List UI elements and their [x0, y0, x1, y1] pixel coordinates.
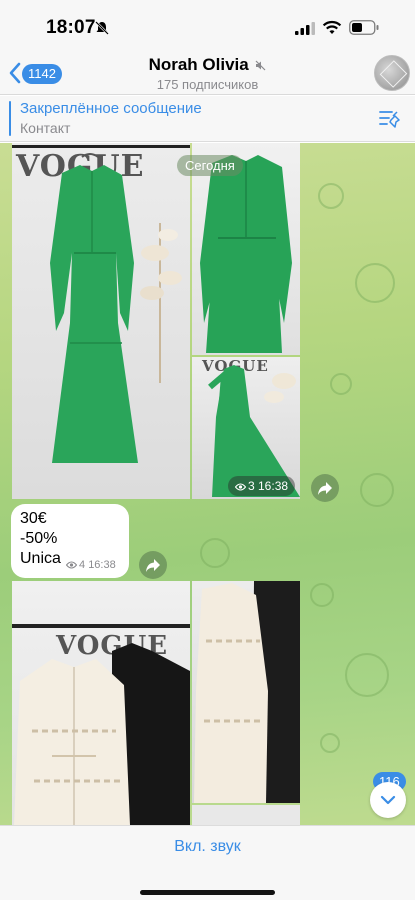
dress-photo-green-1[interactable]: VOGUE: [12, 143, 190, 499]
chat-header: 1142 Norah Olivia 175 подписчиков: [0, 52, 415, 95]
message-list[interactable]: VOGUE VOGUE: [0, 143, 415, 825]
pinned-title: Закреплённое сообщение: [20, 100, 202, 117]
price-message-bubble[interactable]: 30€ -50% Unica 4 16:38: [11, 504, 129, 578]
status-bar: 18:07: [0, 0, 415, 52]
dress-photo-cream-black[interactable]: VOGUE: [12, 581, 190, 825]
share-button[interactable]: [139, 551, 167, 579]
date-separator: Сегодня: [177, 155, 243, 176]
cellular-signal-icon: [295, 22, 315, 35]
share-arrow-icon: [318, 482, 332, 495]
channel-title-area[interactable]: Norah Olivia 175 подписчиков: [95, 55, 320, 92]
message-meta: 4 16:38: [66, 559, 116, 571]
album-views-time: 3 16:38: [248, 479, 289, 493]
wallpaper-doodle: [200, 538, 230, 568]
share-arrow-icon: [146, 559, 160, 572]
message-views: 4: [79, 559, 86, 571]
message-time: 16:38: [88, 559, 116, 571]
chevron-down-icon: [380, 795, 396, 805]
muted-speaker-icon: [256, 60, 266, 71]
dress-photo-cream-2[interactable]: [192, 581, 300, 803]
discount-line: -50%: [20, 530, 58, 547]
views-eye-icon: [66, 561, 77, 569]
price-line: 30€: [20, 510, 47, 527]
scroll-to-bottom-button[interactable]: [370, 782, 406, 818]
do-not-disturb-bell-icon: [95, 21, 109, 35]
cream-black-dress-illustration: [194, 581, 300, 803]
pampas-decor: [140, 223, 182, 383]
views-eye-icon: [235, 483, 246, 491]
cream-black-dress-illustration: [14, 643, 190, 825]
clock: 18:07: [46, 17, 96, 38]
pinned-indicator: [9, 101, 11, 136]
pinned-list-icon[interactable]: [378, 107, 400, 129]
wallpaper-doodle: [360, 473, 394, 507]
subscriber-count: 175 подписчиков: [156, 77, 259, 92]
album-meta-chip: 3 16:38: [228, 476, 296, 496]
wallpaper-doodle: [345, 653, 389, 697]
channel-avatar[interactable]: [374, 55, 410, 91]
battery-icon: [349, 20, 379, 35]
channel-name[interactable]: Norah Olivia: [149, 55, 249, 74]
brand-line: Unica: [20, 550, 61, 567]
wallpaper-doodle: [310, 583, 334, 607]
wifi-icon: [322, 20, 342, 34]
back-unread-badge[interactable]: 1142: [22, 64, 62, 84]
pinned-text: Контакт: [20, 120, 71, 136]
wallpaper-doodle: [355, 263, 395, 303]
back-chevron-icon[interactable]: [8, 62, 22, 84]
share-button[interactable]: [311, 474, 339, 502]
wallpaper-doodle: [318, 183, 344, 209]
bottom-bar: Вкл. звук: [0, 825, 415, 900]
pinned-message-bar[interactable]: Закреплённое сообщение Контакт: [0, 96, 415, 142]
dress-photo-partial[interactable]: [192, 805, 300, 825]
wallpaper-doodle: [320, 733, 340, 753]
unmute-button[interactable]: Вкл. звук: [0, 838, 415, 856]
home-indicator: [140, 890, 275, 895]
wallpaper-doodle: [330, 373, 352, 395]
